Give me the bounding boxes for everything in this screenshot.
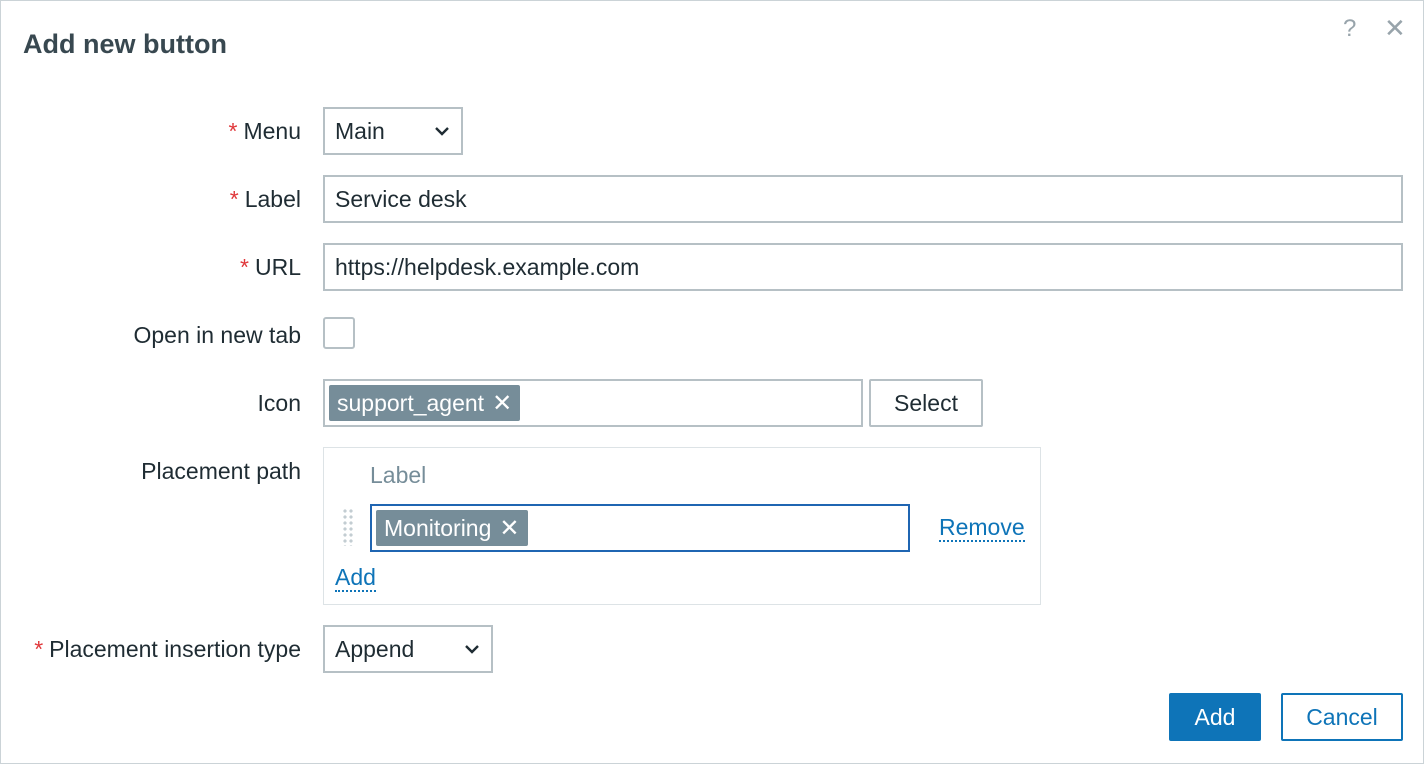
insertion-type-select[interactable]: Append	[323, 625, 493, 673]
icon-tag-text: support_agent	[337, 389, 485, 416]
label-field-label: * Label	[230, 186, 301, 213]
menu-select[interactable]: Main	[323, 107, 463, 155]
add-button[interactable]: Add	[1169, 693, 1261, 741]
insertion-type-label: * Placement insertion type	[34, 636, 301, 663]
required-mark: *	[34, 636, 44, 662]
tag-remove-icon[interactable]: ✕	[499, 514, 519, 543]
required-mark: *	[240, 254, 249, 280]
url-input-value: https://helpdesk.example.com	[335, 253, 640, 280]
label-input[interactable]: Service desk	[323, 175, 1403, 223]
add-row-link[interactable]: Add	[335, 564, 376, 592]
add-button-dialog: Add new button ? ✕ * Menu Main * Label Ser…	[0, 0, 1424, 764]
placement-path-label: Placement path	[141, 458, 301, 484]
column-header-label: Label	[370, 462, 427, 488]
url-label-text: URL	[254, 254, 301, 280]
icon-multiselect[interactable]: support_agent ✕	[323, 379, 863, 427]
icon-select-button[interactable]: Select	[869, 379, 983, 427]
open-new-tab-label: Open in new tab	[133, 322, 301, 348]
icon-field-label: Icon	[257, 390, 301, 416]
chevron-down-icon	[435, 127, 449, 136]
placement-path-table: Label Monitoring ✕ Remove Add	[323, 447, 1041, 605]
insertion-type-label-text: Placement insertion type	[49, 636, 301, 662]
remove-row-link[interactable]: Remove	[939, 514, 1025, 542]
insertion-type-value: Append	[335, 635, 415, 662]
required-mark: *	[228, 118, 238, 144]
url-field-label: * URL	[240, 254, 301, 281]
chevron-down-icon	[465, 645, 479, 654]
drag-handle-icon[interactable]	[342, 508, 354, 546]
placement-path-input[interactable]: Monitoring ✕	[370, 504, 910, 552]
required-mark: *	[229, 186, 239, 212]
placement-tag: Monitoring ✕	[376, 510, 528, 546]
menu-label-text: Menu	[243, 118, 301, 144]
url-input[interactable]: https://helpdesk.example.com	[323, 243, 1403, 291]
dialog-title: Add new button	[23, 29, 227, 59]
icon-tag: support_agent ✕	[329, 385, 521, 421]
menu-field-label: * Menu	[229, 118, 302, 145]
menu-select-value: Main	[335, 117, 385, 144]
close-icon[interactable]: ✕	[1384, 15, 1406, 41]
tag-remove-icon[interactable]: ✕	[492, 389, 512, 418]
cancel-button[interactable]: Cancel	[1281, 693, 1403, 741]
help-icon[interactable]: ?	[1343, 15, 1356, 43]
label-label-text: Label	[244, 186, 301, 212]
open-new-tab-checkbox[interactable]	[323, 317, 355, 349]
label-input-value: Service desk	[335, 185, 467, 212]
placement-tag-text: Monitoring	[384, 514, 492, 541]
